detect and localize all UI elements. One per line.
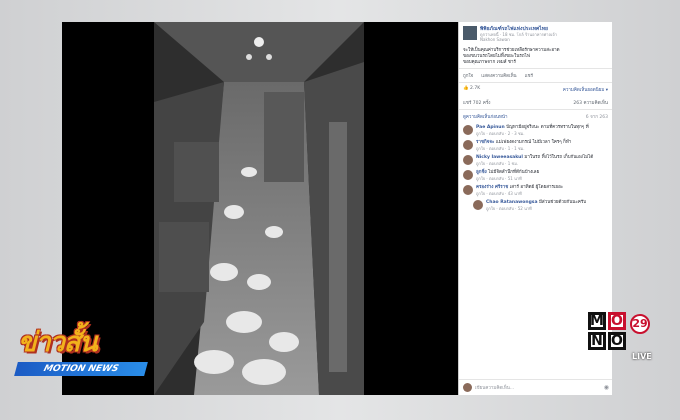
post-location[interactable]: Nakhon Sawan xyxy=(480,37,557,42)
comment-body: Chao Ratanawongsa มีส่วนช่วยด้วยกันนะครั… xyxy=(486,200,586,211)
comment-item: ครองร่าง ศรีราช เสาร์ อาทิตย์ ผู้โดยสารเ… xyxy=(459,183,612,198)
comment-author[interactable]: Nicky Iaweeasakul xyxy=(476,155,523,160)
photo-illustration xyxy=(154,22,364,395)
comment-body: Nicky Iaweeasakul มาในรถ ทิ้งไว้ในรถ เก็… xyxy=(476,155,593,166)
avatar[interactable] xyxy=(463,125,473,135)
comment-footer[interactable]: ถูกใจ · ตอบกลับ · 1 ชม. xyxy=(476,161,593,167)
comment-item: Pae Apinun ปัญหามีอยู่จริงนะ ตามที่ควรทร… xyxy=(459,123,612,138)
comment-text: ปัญหามีอยู่จริงนะ ตามที่ควรทราบในทุกๆ ที… xyxy=(506,125,589,130)
comment-author[interactable]: ลูกชิ่ง xyxy=(476,170,487,175)
comment-item: ราชกิจจะ แม่เฟยงดงามกรณ์ ไม่มีเวลา ใครๆ … xyxy=(459,138,612,153)
comment-footer[interactable]: ถูกใจ · ตอบกลับ · 1 · 1 ชม. xyxy=(476,146,571,152)
post-text-line: ขอบคุณภาพจาก เจมส์ ชาร์ xyxy=(463,60,516,65)
comment-footer[interactable]: ถูกใจ · ตอบกลับ · 2 · 3 ชม. xyxy=(476,131,589,137)
avatar[interactable] xyxy=(463,140,473,150)
comment-body: ครองร่าง ศรีราช เสาร์ อาทิตย์ ผู้โดยสารเ… xyxy=(476,185,563,196)
write-comment-bar: เขียนความคิดเห็น... ◉ xyxy=(459,379,612,395)
comment-text: แม่เฟยงดงามกรณ์ ไม่มีเวลา ใครๆ ก็ทำ xyxy=(495,140,572,145)
like-icon: 👍 xyxy=(463,86,469,91)
comment-input[interactable]: เขียนความคิดเห็น... xyxy=(475,384,601,391)
counts-row: แชร์ 702 ครั้ง 263 ความคิดเห็น xyxy=(459,96,612,110)
like-count[interactable]: 2.7K xyxy=(470,86,480,91)
news-logo-title: ข่าวสั้น xyxy=(18,327,98,358)
share-count[interactable]: แชร์ 702 ครั้ง xyxy=(463,99,490,106)
comment-footer[interactable]: ถูกใจ · ตอบกลับ · 52 นาที xyxy=(486,206,586,212)
post-text: จะให้เป็นคุณค่าบริการช่วยเหลือรักษาความส… xyxy=(459,46,612,68)
video-frame: พิพิธภัณฑ์รถไฟแห่งประเทศไทย ดูกว่าเพจนี้… xyxy=(0,0,680,420)
comment-count[interactable]: 263 ความคิดเห็น xyxy=(573,99,608,106)
top-comments-dropdown[interactable]: ความคิดเห็นยอดนิยม ▾ xyxy=(563,86,608,93)
comment-text: เสาร์ อาทิตย์ ผู้โดยสารเยอะ xyxy=(509,185,564,190)
comment-item: Chao Ratanawongsa มีส่วนช่วยด้วยกันนะครั… xyxy=(459,198,612,213)
comment-author[interactable]: Pae Apinun xyxy=(476,125,505,130)
avatar[interactable] xyxy=(463,155,473,165)
comment-item: Nicky Iaweeasakul มาในรถ ทิ้งไว้ในรถ เก็… xyxy=(459,153,612,168)
comment-text: มาในรถ ทิ้งไว้ในรถ เก็บกันเองไม่ได้ xyxy=(524,155,594,160)
comment-body: Pae Apinun ปัญหามีอยู่จริงนะ ตามที่ควรทร… xyxy=(476,125,589,136)
comment-body: ลูกชิ่ง ไม่มีจิตสำนึกที่ดีกันบ้างเลย ถูกใ… xyxy=(476,170,539,181)
camera-icon[interactable]: ◉ xyxy=(604,384,609,391)
comment-footer[interactable]: ถูกใจ · ตอบกลับ · 43 นาที xyxy=(476,191,563,197)
logo-letter: N xyxy=(588,332,606,350)
share-button[interactable]: แชร์ xyxy=(525,72,533,79)
logo-letter: O xyxy=(608,332,626,350)
avatar[interactable] xyxy=(463,170,473,180)
like-button[interactable]: ถูกใจ xyxy=(463,72,473,79)
channel-number: 29 xyxy=(630,314,650,334)
news-logo-subtitle: MOTION NEWS xyxy=(14,362,148,376)
live-label: LIVE xyxy=(632,352,652,361)
comment-author[interactable]: ราชกิจจะ xyxy=(476,140,494,145)
previous-comments-count: 6 จาก 263 xyxy=(585,115,608,120)
avatar[interactable] xyxy=(473,200,483,210)
reactions-row: 👍 2.7K ความคิดเห็นยอดนิยม ▾ xyxy=(459,83,612,96)
post-actions: ถูกใจ แสดงความคิดเห็น แชร์ xyxy=(459,68,612,83)
logo-letter: M xyxy=(588,312,606,330)
logo-letter: O xyxy=(608,312,626,330)
comment-text: มีส่วนช่วยด้วยกันนะครับ xyxy=(538,200,587,205)
comment-button[interactable]: แสดงความคิดเห็น xyxy=(481,72,516,79)
channel-logo: M O N O 29 LIVE xyxy=(588,312,652,364)
post-header: พิพิธภัณฑ์รถไฟแห่งประเทศไทย ดูกว่าเพจนี้… xyxy=(459,22,612,46)
previous-comments-link[interactable]: ดูความคิดเห็นก่อนหน้า xyxy=(463,113,508,120)
page-avatar[interactable] xyxy=(463,26,477,40)
comment-footer[interactable]: ถูกใจ · ตอบกลับ · 51 นาที xyxy=(476,176,539,182)
comment-item: ลูกชิ่ง ไม่มีจิตสำนึกที่ดีกันบ้างเลย ถูกใ… xyxy=(459,168,612,183)
avatar[interactable] xyxy=(463,185,473,195)
avatar xyxy=(463,383,472,392)
comment-text: ไม่มีจิตสำนึกที่ดีกันบ้างเลย xyxy=(488,170,540,175)
previous-comments-row: ดูความคิดเห็นก่อนหน้า 6 จาก 263 xyxy=(459,110,612,123)
comment-body: ราชกิจจะ แม่เฟยงดงามกรณ์ ไม่มีเวลา ใครๆ … xyxy=(476,140,571,151)
train-carriage-photo xyxy=(154,22,364,395)
comment-author[interactable]: Chao Ratanawongsa xyxy=(486,200,538,205)
news-logo: ข่าวสั้น MOTION NEWS xyxy=(14,320,164,386)
comments-list: Pae Apinun ปัญหามีอยู่จริงนะ ตามที่ควรทร… xyxy=(459,123,612,213)
comment-author[interactable]: ครองร่าง ศรีราช xyxy=(476,185,508,190)
